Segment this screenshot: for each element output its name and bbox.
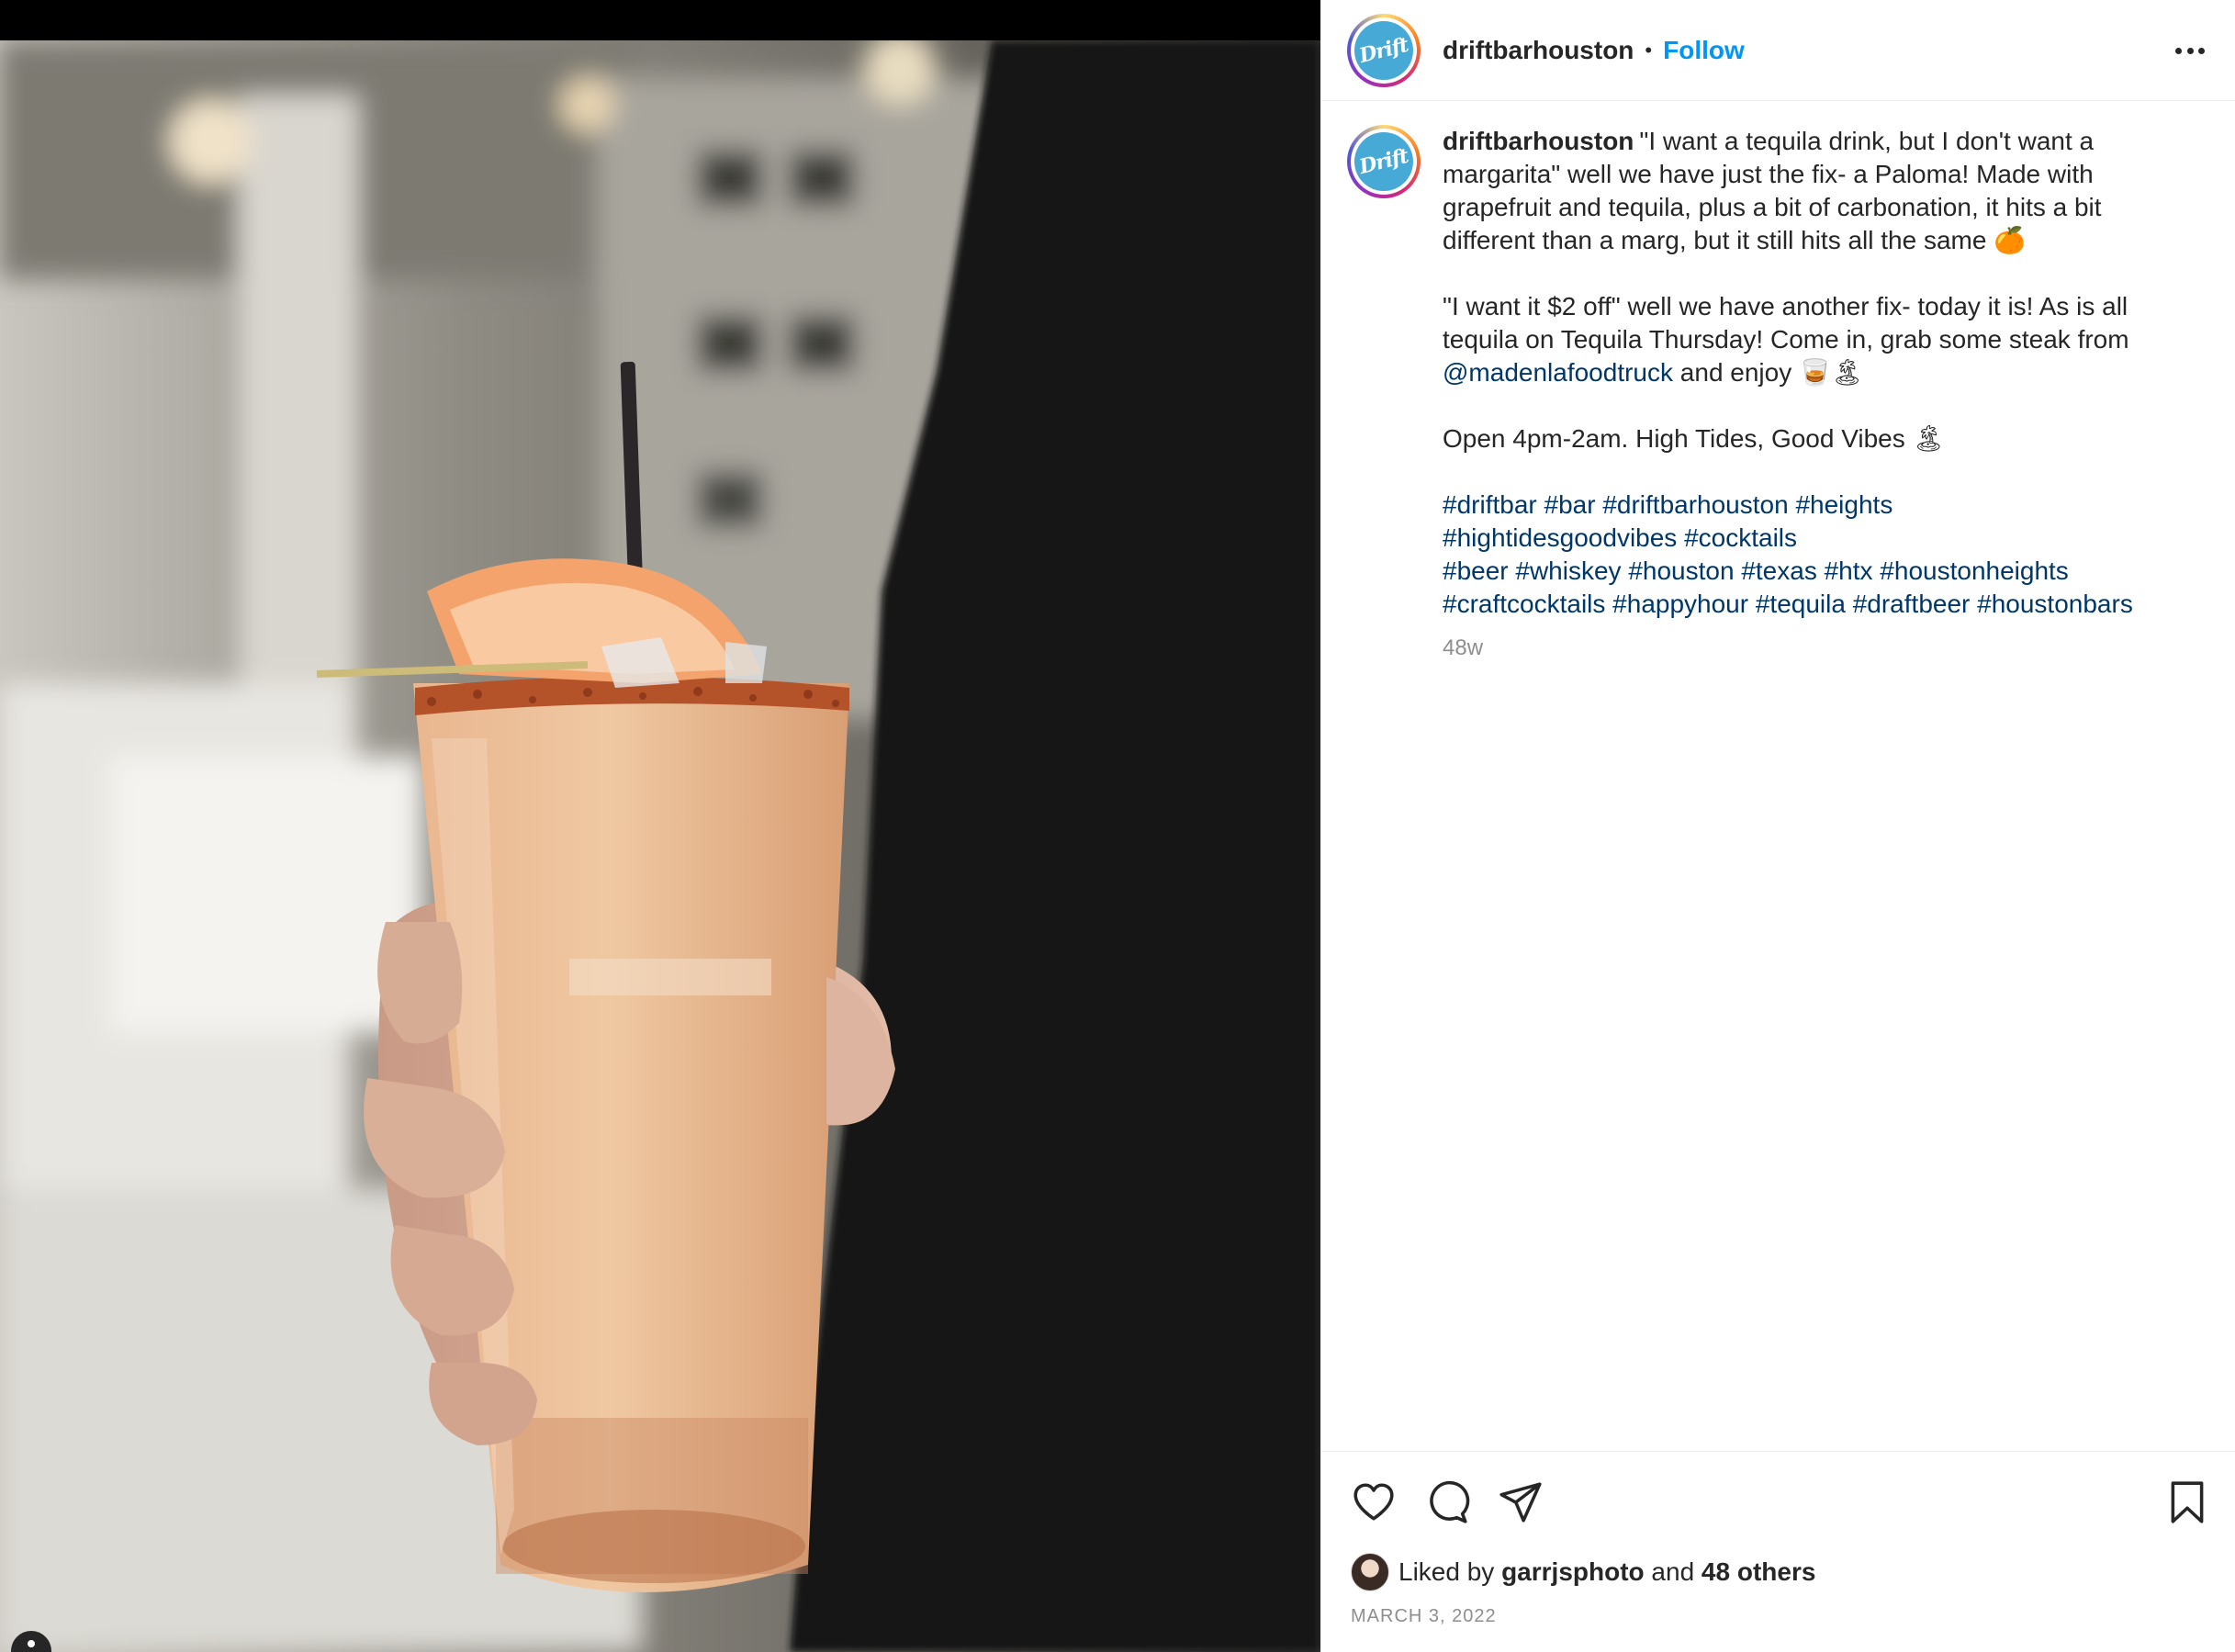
header-username[interactable]: driftbarhouston	[1443, 36, 1634, 65]
photo-top-bar	[0, 0, 1320, 40]
follow-button[interactable]: Follow	[1663, 36, 1745, 65]
bookmark-icon[interactable]	[2164, 1479, 2210, 1525]
caption-timestamp[interactable]: 48w	[1443, 632, 2186, 665]
likes-others-link[interactable]: 48 others	[1702, 1557, 1816, 1587]
liker-avatar[interactable]	[1351, 1553, 1389, 1591]
more-horizontal-icon[interactable]	[2175, 37, 2205, 64]
drift-logo-icon: Drift	[1354, 20, 1413, 80]
hashtag-line[interactable]: #hightidesgoodvibes #cocktails	[1443, 522, 2186, 555]
comments-section[interactable]: Drift driftbarhouston "I want a tequila d…	[1321, 101, 2235, 1451]
caption-username[interactable]: driftbarhouston	[1443, 127, 1634, 155]
post-header: Drift driftbarhouston • Follow	[1321, 0, 2235, 101]
caption: Drift driftbarhouston "I want a tequila d…	[1347, 125, 2210, 665]
share-icon[interactable]	[1498, 1479, 1544, 1525]
liker-username[interactable]: garrjsphoto	[1501, 1557, 1645, 1587]
caption-paragraph-2: "I want it $2 off" well we have another …	[1443, 292, 2129, 387]
caption-paragraph-1: driftbarhouston "I want a tequila drink, …	[1443, 127, 2102, 254]
hashtag-line[interactable]: #driftbar #bar #driftbarhouston #heights	[1443, 489, 2186, 522]
header-separator-dot: •	[1645, 38, 1653, 62]
caption-paragraph-3: Open 4pm-2am. High Tides, Good Vibes 🏝	[1443, 424, 1946, 453]
post-photo-pane	[0, 0, 1320, 1652]
post-actions: Liked by garrjsphoto and 48 others MARCH…	[1321, 1451, 2235, 1652]
drift-logo-icon: Drift	[1354, 132, 1413, 191]
comment-icon[interactable]	[1424, 1479, 1470, 1525]
hashtag-line[interactable]: #beer #whiskey #houston #texas #htx #hou…	[1443, 555, 2186, 588]
hashtag-line[interactable]: #craftcocktails #happyhour #tequila #dra…	[1443, 588, 2186, 621]
post-photo[interactable]	[0, 40, 1320, 1652]
mention-link[interactable]: @madenlafoodtruck	[1443, 358, 1673, 387]
header-avatar[interactable]: Drift	[1347, 13, 1421, 87]
post-date[interactable]: MARCH 3, 2022	[1351, 1606, 1497, 1627]
likes-summary: Liked by garrjsphoto and 48 others	[1351, 1553, 1815, 1591]
caption-avatar[interactable]: Drift	[1347, 125, 1421, 198]
paloma-cocktail-image	[0, 40, 1320, 1652]
heart-icon[interactable]	[1351, 1479, 1397, 1525]
post-side-panel: Drift driftbarhouston • Follow Drift dri…	[1320, 0, 2235, 1652]
caption-text: driftbarhouston "I want a tequila drink, …	[1443, 125, 2186, 665]
